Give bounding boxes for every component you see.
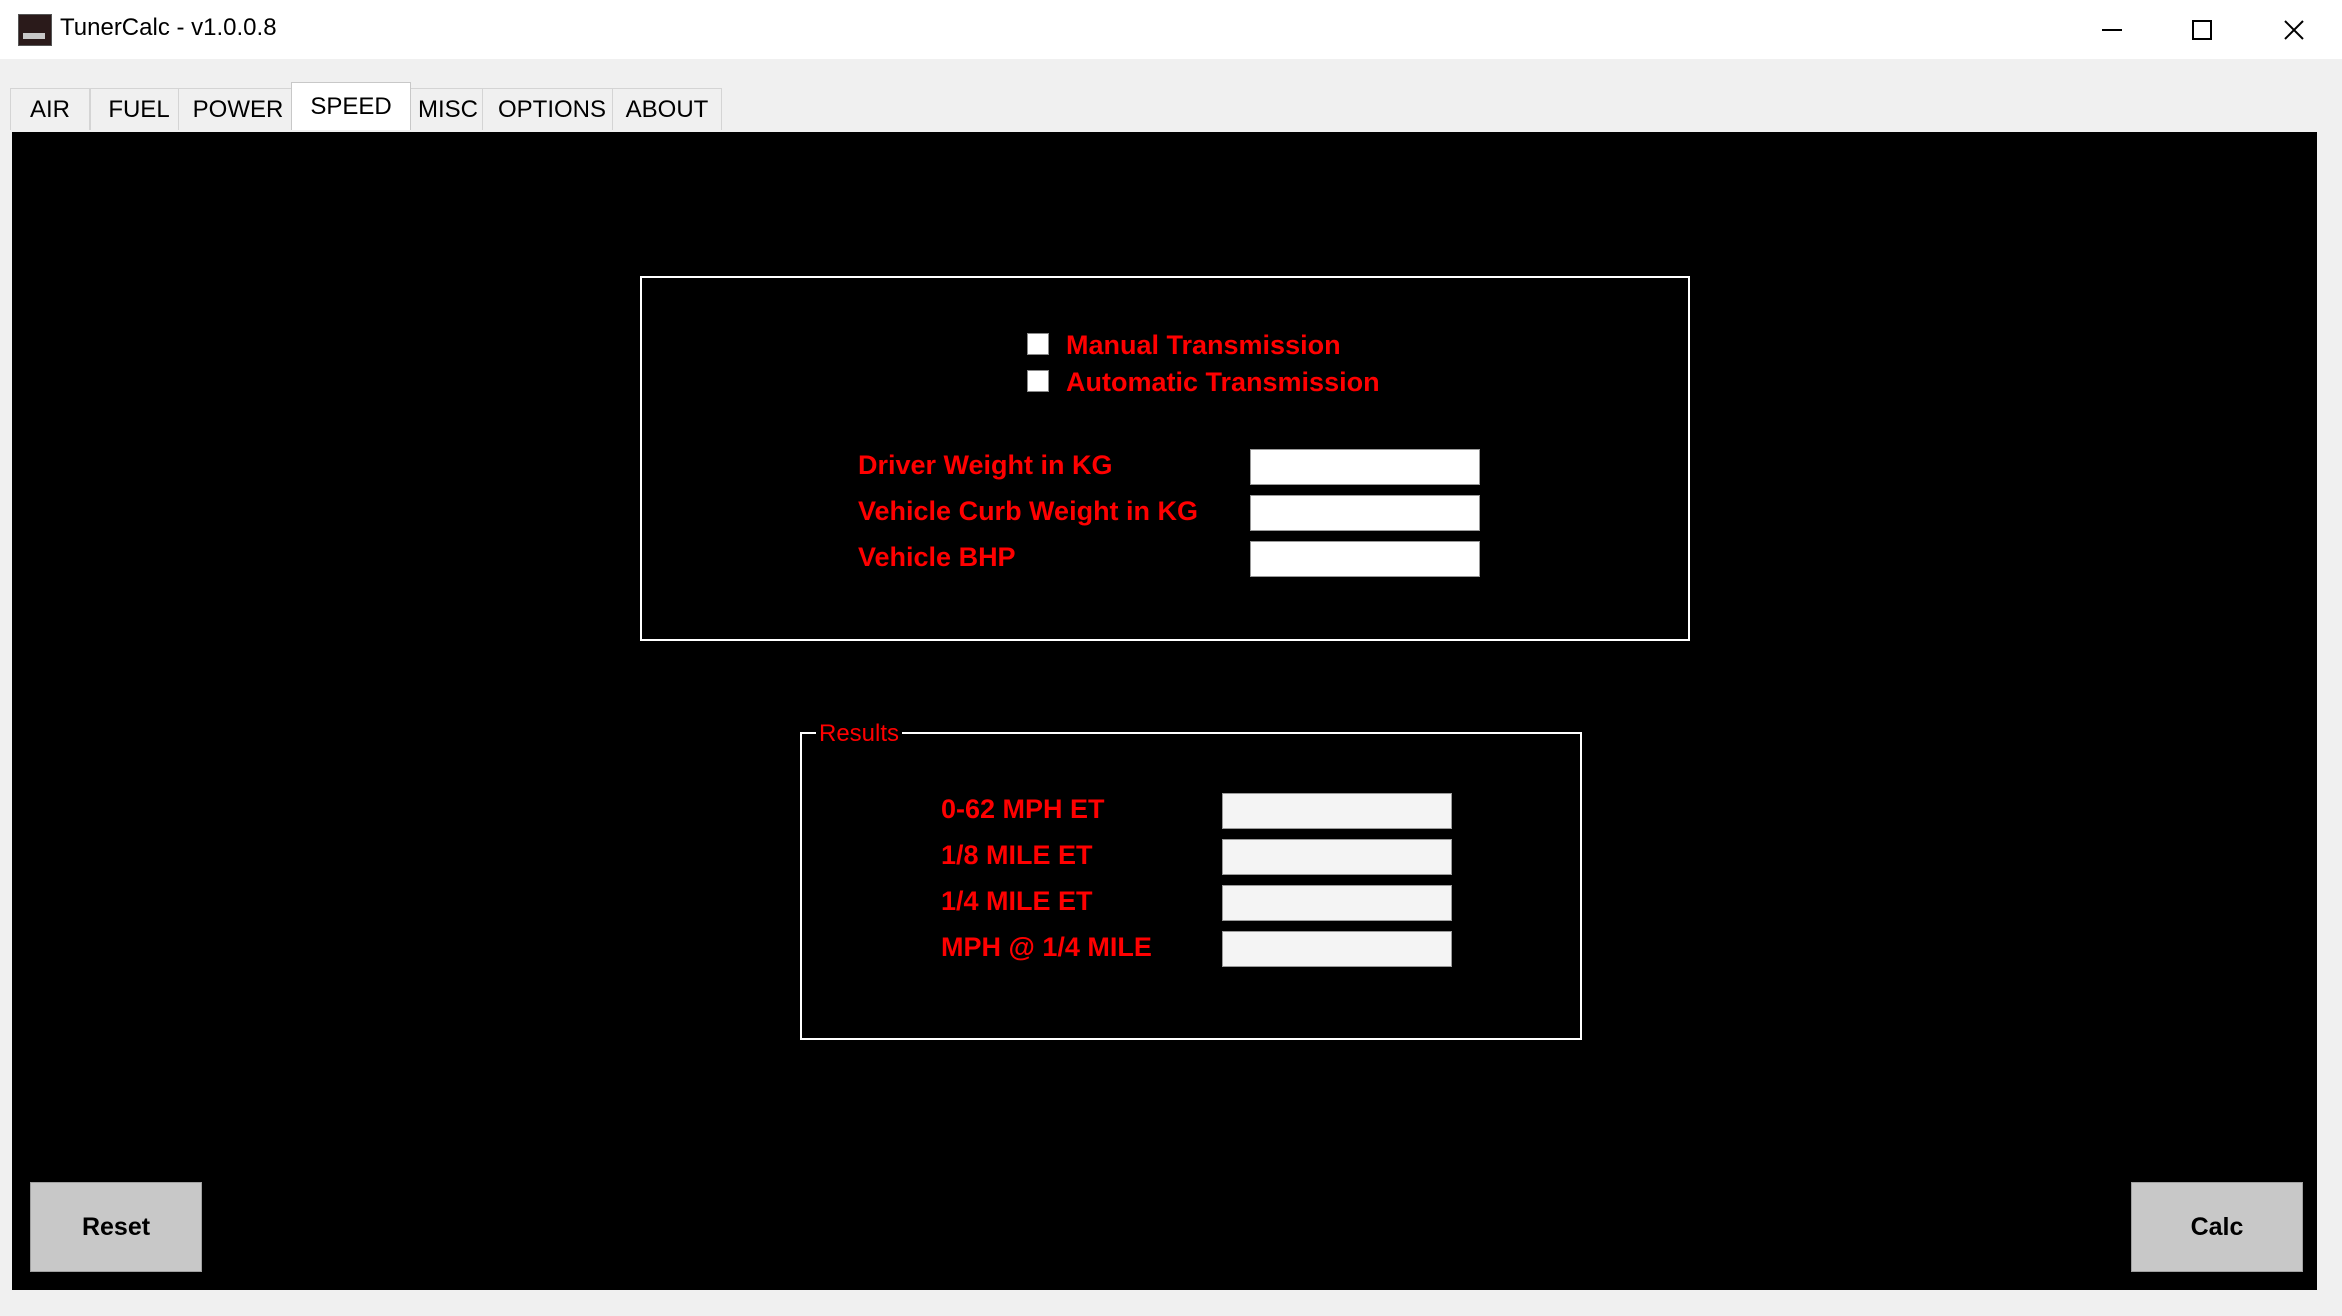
app-icon bbox=[18, 14, 52, 46]
tab-power[interactable]: POWER bbox=[178, 88, 298, 130]
results-title: Results bbox=[816, 720, 903, 748]
automatic-transmission-checkbox[interactable] bbox=[1027, 370, 1049, 392]
tab-about[interactable]: ABOUT bbox=[612, 88, 722, 130]
eighth-mile-field[interactable] bbox=[1222, 839, 1452, 875]
maximize-button[interactable] bbox=[2156, 0, 2248, 59]
quarter-mile-label: 1/4 MILE ET bbox=[941, 886, 1093, 916]
reset-button[interactable]: Reset bbox=[30, 1182, 202, 1272]
et-0-62-field[interactable] bbox=[1222, 793, 1452, 829]
tab-speed[interactable]: SPEED bbox=[291, 82, 411, 130]
driver-weight-label: Driver Weight in KG bbox=[858, 450, 1113, 480]
manual-transmission-checkbox[interactable] bbox=[1027, 333, 1049, 355]
tab-fuel[interactable]: FUEL bbox=[90, 88, 188, 130]
eighth-mile-label: 1/8 MILE ET bbox=[941, 840, 1093, 870]
window-title: TunerCalc - v1.0.0.8 bbox=[60, 14, 277, 41]
manual-transmission-label[interactable]: Manual Transmission bbox=[1066, 330, 1341, 361]
quarter-mile-field[interactable] bbox=[1222, 885, 1452, 921]
maximize-icon bbox=[2192, 19, 2212, 40]
tab-air[interactable]: AIR bbox=[10, 88, 90, 130]
bhp-label: Vehicle BHP bbox=[858, 542, 1016, 572]
tab-misc[interactable]: MISC bbox=[402, 88, 494, 130]
minimize-button[interactable] bbox=[2066, 0, 2158, 59]
close-button[interactable] bbox=[2248, 0, 2340, 59]
automatic-transmission-label[interactable]: Automatic Transmission bbox=[1066, 367, 1380, 398]
et-0-62-label: 0-62 MPH ET bbox=[941, 794, 1105, 824]
minimize-icon bbox=[2102, 28, 2122, 31]
mph-quarter-field[interactable] bbox=[1222, 931, 1452, 967]
tab-options[interactable]: OPTIONS bbox=[482, 88, 622, 130]
calc-button[interactable]: Calc bbox=[2131, 1182, 2303, 1272]
curb-weight-field[interactable] bbox=[1250, 495, 1480, 531]
title-bar: TunerCalc - v1.0.0.8 bbox=[0, 0, 2342, 59]
bhp-field[interactable] bbox=[1250, 541, 1480, 577]
driver-weight-field[interactable] bbox=[1250, 449, 1480, 485]
close-icon bbox=[2284, 19, 2304, 40]
curb-weight-label: Vehicle Curb Weight in KG bbox=[858, 496, 1199, 526]
input-group: Manual Transmission Automatic Transmissi… bbox=[640, 276, 1690, 641]
results-group: Results 0-62 MPH ET 1/8 MILE ET 1/4 MILE… bbox=[800, 720, 1582, 1040]
speed-panel: Manual Transmission Automatic Transmissi… bbox=[12, 132, 2317, 1290]
mph-quarter-label: MPH @ 1/4 MILE bbox=[941, 932, 1152, 962]
